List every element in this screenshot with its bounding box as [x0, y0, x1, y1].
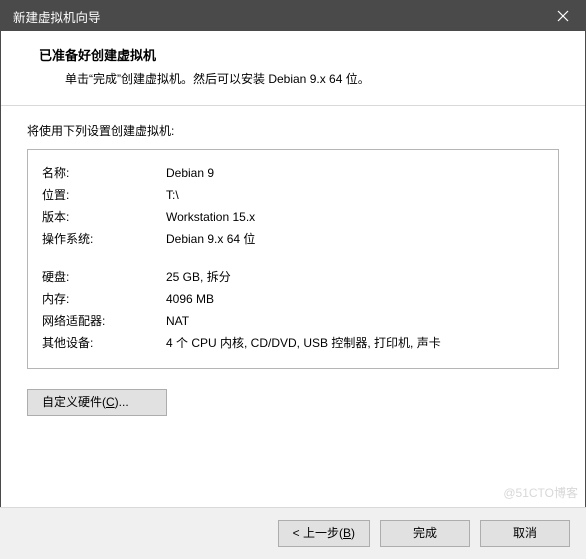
back-hotkey: B	[343, 526, 351, 540]
summary-value: Debian 9	[166, 162, 544, 184]
summary-box: 名称:Debian 9位置:T:\版本:Workstation 15.x操作系统…	[27, 149, 559, 369]
back-button[interactable]: < 上一步(B)	[278, 520, 370, 547]
wizard-footer: < 上一步(B) 完成 取消	[0, 507, 586, 559]
summary-label: 位置:	[42, 184, 166, 206]
close-button[interactable]	[540, 1, 585, 31]
summary-label: 内存:	[42, 288, 166, 310]
titlebar: 新建虚拟机向导	[1, 1, 585, 31]
finish-button[interactable]: 完成	[380, 520, 470, 547]
customize-hardware-button[interactable]: 自定义硬件(C)...	[27, 389, 167, 416]
summary-value: 4 个 CPU 内核, CD/DVD, USB 控制器, 打印机, 声卡	[166, 332, 544, 354]
customize-hotkey: C	[106, 395, 115, 409]
summary-value: 25 GB, 拆分	[166, 266, 544, 288]
close-icon	[557, 10, 569, 22]
customize-label-suffix: )...	[115, 395, 129, 409]
window-title: 新建虚拟机向导	[13, 7, 101, 26]
summary-label: 其他设备:	[42, 332, 166, 354]
back-prefix: < 上一步(	[293, 526, 343, 540]
summary-row: 内存:4096 MB	[42, 288, 544, 310]
summary-row: 网络适配器:NAT	[42, 310, 544, 332]
summary-row: 硬盘:25 GB, 拆分	[42, 266, 544, 288]
header-subtitle: 单击“完成”创建虚拟机。然后可以安装 Debian 9.x 64 位。	[39, 70, 561, 87]
summary-label: 名称:	[42, 162, 166, 184]
back-suffix: )	[351, 526, 355, 540]
watermark: @51CTO博客	[503, 484, 578, 501]
summary-label: 版本:	[42, 206, 166, 228]
header-title: 已准备好创建虚拟机	[39, 45, 561, 64]
customize-label-prefix: 自定义硬件(	[42, 395, 106, 409]
summary-row: 操作系统:Debian 9.x 64 位	[42, 228, 544, 250]
summary-row: 版本:Workstation 15.x	[42, 206, 544, 228]
summary-value: NAT	[166, 310, 544, 332]
summary-value: Debian 9.x 64 位	[166, 228, 544, 250]
wizard-content: 将使用下列设置创建虚拟机: 名称:Debian 9位置:T:\版本:Workst…	[1, 106, 585, 426]
cancel-button[interactable]: 取消	[480, 520, 570, 547]
summary-label: 网络适配器:	[42, 310, 166, 332]
summary-value: 4096 MB	[166, 288, 544, 310]
summary-label: 操作系统:	[42, 228, 166, 250]
summary-row: 位置:T:\	[42, 184, 544, 206]
summary-value: T:\	[166, 184, 544, 206]
content-lead: 将使用下列设置创建虚拟机:	[27, 122, 559, 139]
wizard-header: 已准备好创建虚拟机 单击“完成”创建虚拟机。然后可以安装 Debian 9.x …	[1, 31, 585, 106]
summary-row: 其他设备:4 个 CPU 内核, CD/DVD, USB 控制器, 打印机, 声…	[42, 332, 544, 354]
summary-row: 名称:Debian 9	[42, 162, 544, 184]
summary-label: 硬盘:	[42, 266, 166, 288]
summary-value: Workstation 15.x	[166, 206, 544, 228]
